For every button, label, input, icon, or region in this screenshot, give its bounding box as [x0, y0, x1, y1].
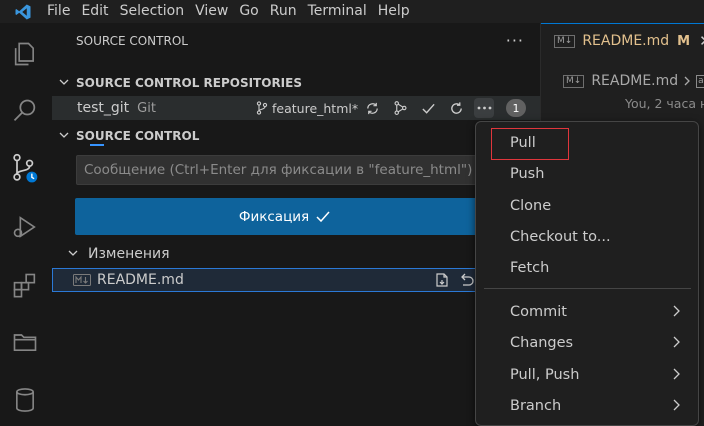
editor-tab-readme[interactable]: M↓ README.md M ✕	[541, 23, 704, 58]
changed-file-row[interactable]: README.md	[52, 268, 540, 292]
source-control-icon[interactable]	[8, 152, 42, 186]
chevron-right-icon	[671, 303, 681, 319]
changes-group[interactable]: Изменения	[52, 243, 540, 265]
menu-bar: File Edit Selection View Go Run Terminal…	[0, 0, 704, 23]
repo-name: test_git	[77, 100, 130, 116]
file-name: README.md	[97, 272, 184, 288]
changes-label: Изменения	[88, 246, 170, 262]
chevron-down-icon	[52, 130, 76, 143]
menu-item-pull-push[interactable]: Pull, Push	[484, 362, 691, 388]
search-icon[interactable]	[8, 94, 42, 128]
repositories-section-title: SOURCE CONTROL REPOSITORIES	[76, 76, 302, 90]
markdown-file-icon	[73, 273, 91, 287]
branch-switcher[interactable]: feature_html*	[256, 96, 358, 120]
scm-section-header[interactable]: SOURCE CONTROL	[52, 125, 540, 147]
menu-view[interactable]: View	[194, 0, 238, 23]
menu-item-clone[interactable]: Clone	[484, 193, 691, 219]
menu-help[interactable]: Help	[377, 0, 420, 23]
menu-item-checkout[interactable]: Checkout to...	[484, 224, 691, 250]
breadcrumb[interactable]: M↓ README.md ab	[563, 73, 704, 89]
menu-item-branch[interactable]: Branch	[484, 393, 691, 419]
open-file-icon[interactable]	[433, 271, 451, 289]
activity-bar	[0, 23, 52, 426]
sidebar-title: SOURCE CONTROL	[76, 33, 188, 48]
menu-item-fetch[interactable]: Fetch	[484, 255, 691, 281]
menu-terminal[interactable]: Terminal	[307, 0, 377, 23]
menu-item-label: Pull, Push	[510, 367, 580, 383]
close-icon[interactable]: ✕	[699, 32, 704, 50]
commit-message-input[interactable]: Сообщение (Ctrl+Enter для фиксации в "fe…	[76, 155, 486, 185]
repository-row[interactable]: test_git Git feature_html* 1	[52, 96, 540, 120]
discard-changes-icon[interactable]	[457, 271, 475, 289]
menu-file[interactable]: File	[46, 0, 80, 23]
branch-name: feature_html*	[272, 100, 359, 116]
git-branch-icon	[256, 101, 268, 115]
symbol-icon: ab	[696, 74, 704, 88]
git-graph-icon[interactable]	[390, 98, 410, 118]
focus-indicator	[90, 144, 104, 146]
check-icon	[315, 210, 331, 224]
menu-go[interactable]: Go	[238, 0, 268, 23]
menu-item-label: Changes	[510, 335, 574, 351]
menu-item-label: Branch	[510, 398, 562, 414]
breadcrumb-file[interactable]: README.md	[591, 73, 678, 89]
scm-section-title: SOURCE CONTROL	[76, 129, 200, 143]
refresh-icon[interactable]	[446, 98, 466, 118]
repositories-section-header[interactable]: SOURCE CONTROL REPOSITORIES	[52, 72, 540, 94]
menu-item-changes[interactable]: Changes	[484, 330, 691, 356]
views-more-icon[interactable]: ···	[506, 31, 524, 50]
menu-edit[interactable]: Edit	[80, 0, 118, 23]
git-blame-annotation: You, 2 часа н	[625, 96, 704, 111]
menu-item-pull[interactable]: Pull	[484, 128, 691, 160]
modified-indicator: M	[677, 33, 691, 49]
run-debug-icon[interactable]	[8, 210, 42, 244]
chevron-down-icon	[68, 248, 88, 261]
changes-count-badge: 1	[506, 99, 526, 117]
menu-selection[interactable]: Selection	[119, 0, 195, 23]
chevron-right-icon	[671, 366, 681, 382]
repo-kind: Git	[137, 100, 156, 116]
commit-check-icon[interactable]	[418, 98, 438, 118]
menu-separator	[484, 288, 691, 289]
file-actions	[433, 271, 475, 289]
database-icon[interactable]	[8, 383, 42, 417]
source-control-sidebar: SOURCE CONTROL ··· SOURCE CONTROL REPOSI…	[52, 23, 540, 426]
vscode-logo-icon	[0, 0, 46, 23]
sync-icon[interactable]	[362, 98, 382, 118]
chevron-right-icon	[671, 397, 681, 413]
extensions-icon[interactable]	[8, 268, 42, 302]
menu-item-commit[interactable]: Commit	[484, 299, 691, 325]
menu-item-label: Commit	[510, 304, 567, 320]
markdown-file-icon: M↓	[563, 74, 585, 88]
commit-button-label: Фиксация	[238, 208, 310, 225]
tab-label: README.md	[582, 33, 670, 49]
commit-button[interactable]: Фиксация	[75, 198, 495, 235]
chevron-right-icon	[671, 334, 681, 350]
menu-item-push[interactable]: Push	[484, 161, 691, 187]
chevron-down-icon	[52, 77, 76, 90]
markdown-file-icon: M↓	[554, 34, 576, 48]
more-actions-icon[interactable]	[474, 98, 494, 118]
menu-run[interactable]: Run	[269, 0, 307, 23]
chevron-right-icon	[683, 75, 691, 87]
folder-icon[interactable]	[8, 325, 42, 359]
source-control-more-menu: Pull Push Clone Checkout to... Fetch Com…	[475, 121, 699, 426]
repo-actions: 1	[362, 96, 526, 120]
explorer-icon[interactable]	[8, 37, 42, 71]
